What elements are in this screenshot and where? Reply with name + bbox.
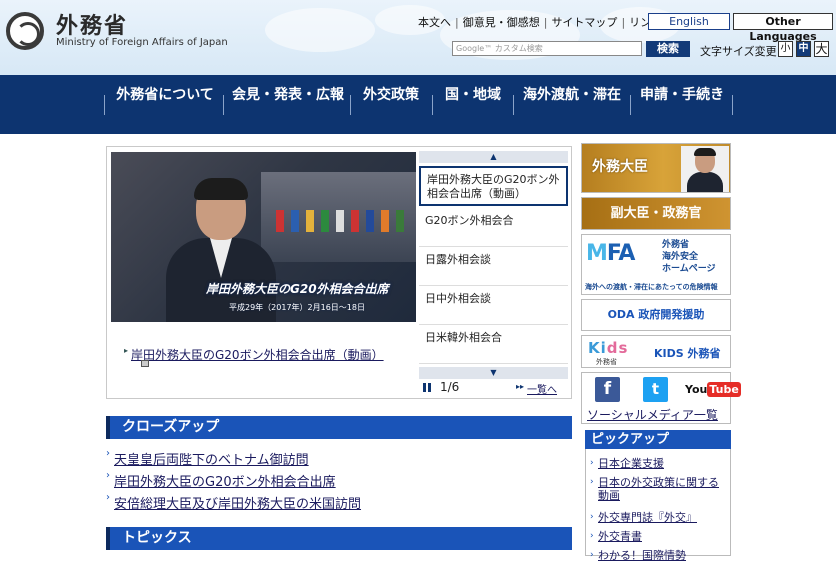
util-link-feedback[interactable]: 御意見・御感想 xyxy=(461,16,542,29)
facebook-icon[interactable]: f xyxy=(595,377,620,402)
oda-banner[interactable]: ODA 政府開発援助 xyxy=(581,299,731,331)
slide-thumb-5[interactable]: 日米韓外相会合 xyxy=(419,326,568,364)
util-link-sitemap[interactable]: サイトマップ xyxy=(549,16,619,29)
pickup-item-1[interactable]: 日本企業支援 xyxy=(590,457,728,470)
nav-press[interactable]: 会見・発表・広報 xyxy=(229,75,347,134)
youtube-icon[interactable]: You Tube xyxy=(685,377,741,402)
kids-banner[interactable]: Kids 外務省 KIDS 外務省 xyxy=(581,335,731,368)
pickup-item-2[interactable]: 日本の外交政策に関する動画 xyxy=(590,476,728,502)
overseas-safety-title: 外務省 海外安全 ホームページ xyxy=(662,240,716,274)
twitter-icon[interactable]: t xyxy=(643,377,668,402)
site-header: 外務省 Ministry of Foreign Affairs of Japan… xyxy=(0,0,836,75)
minister-banner[interactable]: 外務大臣 xyxy=(581,143,731,193)
site-title[interactable]: 外務省 xyxy=(56,8,128,40)
new-window-icon xyxy=(141,360,149,367)
mofa-logo-icon[interactable] xyxy=(6,12,44,50)
overseas-safety-caption: 海外への渡航・滞在にあたっての危険情報 xyxy=(585,283,718,291)
minister-photo xyxy=(681,146,729,192)
font-size-large-button[interactable]: 大 xyxy=(814,41,829,57)
overseas-safety-banner[interactable]: MFA 外務省 海外安全 ホームページ 海外への渡航・滞在にあたっての危険情報 xyxy=(581,234,731,295)
pickup-heading: ピックアップ xyxy=(585,430,731,449)
english-button[interactable]: English xyxy=(648,13,730,30)
kids-banner-label: KIDS 外務省 xyxy=(654,347,721,360)
slide-thumb-4[interactable]: 日中外相会談 xyxy=(419,287,568,325)
slide-thumb-3[interactable]: 日露外相会談 xyxy=(419,248,568,286)
utility-links: 本文へ|御意見・御感想|サイトマップ|リンク集 xyxy=(416,14,675,30)
kids-logo: Kids xyxy=(588,339,629,357)
nav-travel[interactable]: 海外渡航・滞在 xyxy=(516,75,628,134)
featured-slider: 岸田外務大臣のG20外相会合出席 平成29年（2017年）2月16日〜18日 ▸… xyxy=(106,146,572,399)
topics-heading: トピックス xyxy=(106,527,572,550)
nav-regions[interactable]: 国・地域 xyxy=(437,75,509,134)
main-nav: 外務省について 会見・発表・広報 外交政策 国・地域 海外渡航・滞在 申請・手続… xyxy=(0,75,836,134)
site-subtitle: Ministry of Foreign Affairs of Japan xyxy=(56,37,228,48)
font-size-medium-button[interactable]: 中 xyxy=(796,41,811,57)
slide-thumb-1[interactable]: 岸田外務大臣のG20ボン外相会合出席（動画） xyxy=(419,166,568,206)
vice-minister-banner[interactable]: 副大臣・政務官 xyxy=(581,197,731,230)
closeup-heading: クローズアップ xyxy=(106,416,572,439)
pause-icon[interactable] xyxy=(423,383,431,392)
mofa-safety-logo: MFA xyxy=(586,241,635,266)
nav-policy[interactable]: 外交政策 xyxy=(355,75,427,134)
closeup-item-3[interactable]: 安倍総理大臣及び岸田外務大臣の米国訪問 xyxy=(106,492,361,512)
other-languages-button[interactable]: Other Languages xyxy=(733,13,833,43)
kids-logo-sub: 外務省 xyxy=(596,358,617,366)
scroll-up-icon[interactable]: ▲ xyxy=(419,151,568,163)
pickup-item-3[interactable]: 外交専門誌『外交』 xyxy=(590,511,728,524)
slide-counter: 1/6 xyxy=(440,380,460,394)
scroll-down-icon[interactable]: ▼ xyxy=(419,367,568,379)
nav-procedures[interactable]: 申請・手続き xyxy=(633,75,731,134)
closeup-item-1[interactable]: 天皇皇后両陛下のベトナム御訪問 xyxy=(106,448,309,468)
search-button[interactable]: 検索 xyxy=(646,41,690,57)
pickup-list: 日本企業支援 日本の外交政策に関する動画 外交専門誌『外交』 外交青書 わかる！… xyxy=(585,449,731,562)
hero-image[interactable]: 岸田外務大臣のG20外相会合出席 平成29年（2017年）2月16日〜18日 xyxy=(111,152,416,322)
double-arrow-icon: ▸▸ xyxy=(516,382,525,391)
hero-person xyxy=(166,178,276,322)
slide-thumbnail-list: ▲ 岸田外務大臣のG20ボン外相会合出席（動画） G20ボン外相会合 日露外相会… xyxy=(419,151,569,380)
search-input[interactable]: Google™ カスタム検索 xyxy=(452,41,642,56)
closeup-item-2[interactable]: 岸田外務大臣のG20ボン外相会合出席 xyxy=(106,470,336,490)
font-size-small-button[interactable]: 小 xyxy=(778,41,793,57)
slide-list-link[interactable]: 一覧へ xyxy=(527,381,557,396)
bullet-icon: ▸ xyxy=(124,346,129,355)
util-link-main-text[interactable]: 本文へ xyxy=(416,16,453,29)
social-media-box: f t You Tube ソーシャルメディア一覧 xyxy=(581,372,741,424)
slide-thumb-2[interactable]: G20ボン外相会合 xyxy=(419,209,568,247)
social-media-list-link[interactable]: ソーシャルメディア一覧 xyxy=(587,406,718,423)
minister-banner-label: 外務大臣 xyxy=(592,159,648,175)
world-map-decoration xyxy=(265,5,680,60)
nav-about[interactable]: 外務省について xyxy=(108,75,222,134)
hero-caption: 岸田外務大臣のG20外相会合出席 xyxy=(206,282,389,296)
hero-subcaption: 平成29年（2017年）2月16日〜18日 xyxy=(229,303,365,312)
font-size-label: 文字サイズ変更 xyxy=(700,45,777,58)
pickup-item-4[interactable]: 外交青書 xyxy=(590,530,728,543)
slide-main-link[interactable]: 岸田外務大臣のG20ボン外相会合出席（動画） xyxy=(131,346,384,363)
